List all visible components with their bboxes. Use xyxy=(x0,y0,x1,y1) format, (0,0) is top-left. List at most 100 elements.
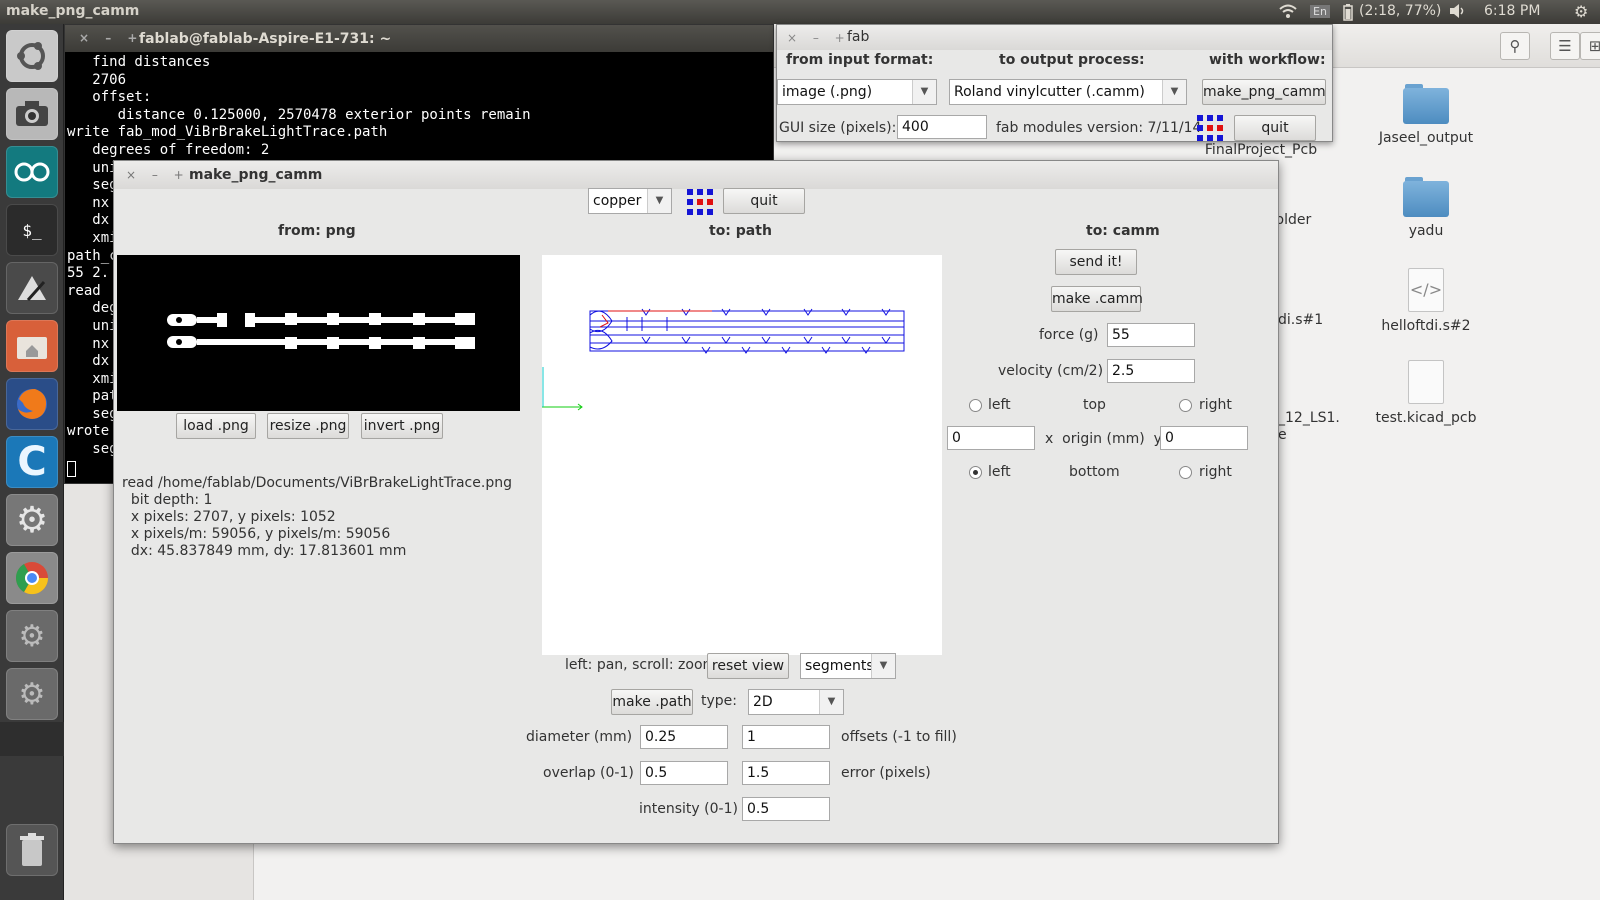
gear-icon[interactable]: ⚙ xyxy=(1574,2,1588,21)
from-png-label: from: png xyxy=(278,223,356,239)
origin-bottom-right-radio[interactable] xyxy=(1179,466,1192,479)
ubuntu-home-icon[interactable] xyxy=(6,30,58,82)
toolpath-view xyxy=(542,308,905,411)
diameter-input[interactable]: 0.25 xyxy=(640,725,728,749)
folder-item[interactable]: Jaseel_output xyxy=(1371,84,1481,146)
resize-png-button[interactable]: resize .png xyxy=(267,413,349,439)
type-select[interactable]: 2D ▼ xyxy=(748,689,844,715)
origin-left-label: left xyxy=(988,464,1011,480)
error-input[interactable]: 1.5 xyxy=(742,761,830,785)
chrome-icon[interactable] xyxy=(6,552,58,604)
window-controls[interactable]: × – + xyxy=(79,31,143,45)
input-format-select[interactable]: image (.png) ▼ xyxy=(777,79,937,105)
code-file-icon: </> xyxy=(1408,268,1444,312)
origin-right-label: right xyxy=(1199,397,1232,413)
send-it-button[interactable]: send it! xyxy=(1055,249,1137,275)
inkscape-icon[interactable] xyxy=(6,262,58,314)
wifi-icon[interactable] xyxy=(1278,3,1298,23)
window-controls[interactable]: × – + xyxy=(787,31,851,45)
search-icon[interactable]: ⚲ xyxy=(1500,32,1530,60)
keyboard-layout[interactable]: En xyxy=(1310,5,1330,18)
mode-value: copper xyxy=(593,193,642,209)
camera-icon[interactable] xyxy=(6,88,58,140)
output-process-label: to output process: xyxy=(999,52,1145,68)
file-item[interactable]: FinalProject_Pcb xyxy=(1186,142,1336,158)
intensity-input[interactable]: 0.5 xyxy=(742,797,830,821)
window-controls[interactable]: × – + xyxy=(126,168,190,182)
battery-status[interactable]: (2:18, 77%) xyxy=(1359,3,1441,19)
file-item[interactable]: e xyxy=(1278,427,1308,443)
software-updater-icon[interactable]: ⚙ xyxy=(6,668,58,720)
origin-y-input[interactable]: 0 xyxy=(1160,426,1248,450)
velocity-input[interactable]: 2.5 xyxy=(1107,359,1195,383)
gui-size-input[interactable]: 400 xyxy=(897,115,987,139)
workflow-button[interactable]: make_png_camm xyxy=(1202,79,1326,105)
image-info-line: bit depth: 1 xyxy=(122,492,213,508)
view-mode-select[interactable]: segments ▼ xyxy=(800,653,896,679)
origin-top-left-radio[interactable] xyxy=(969,399,982,412)
fab-window[interactable]: × – + fab from input format: to output p… xyxy=(776,24,1333,142)
origin-bottom-left-radio[interactable] xyxy=(969,466,982,479)
battery-icon[interactable] xyxy=(1342,3,1354,25)
main-titlebar[interactable]: × – + make_png_camm xyxy=(114,161,1278,189)
terminal-line: distance 0.125000, 2570478 exterior poin… xyxy=(67,106,531,123)
overlap-input[interactable]: 0.5 xyxy=(640,761,728,785)
png-preview[interactable] xyxy=(117,255,520,411)
file-label: _12_LS1. xyxy=(1278,410,1340,426)
fab-logo-icon xyxy=(1197,115,1223,141)
fab-quit-button[interactable]: quit xyxy=(1234,115,1316,141)
file-item[interactable]: </> helloftdi.s#2 xyxy=(1371,268,1481,334)
file-item[interactable]: test.kicad_pcb xyxy=(1371,360,1481,426)
files-icon[interactable] xyxy=(6,320,58,372)
output-process-select[interactable]: Roland vinylcutter (.camm) ▼ xyxy=(949,79,1187,105)
offsets-input[interactable]: 1 xyxy=(742,725,830,749)
force-label: force (g) xyxy=(1039,327,1099,343)
trash-icon[interactable] xyxy=(6,824,58,876)
diameter-label: diameter (mm) xyxy=(526,729,633,745)
velocity-label: velocity (cm/2) xyxy=(998,363,1104,379)
file-label: helloftdi.s#2 xyxy=(1381,318,1471,334)
file-label: yadu xyxy=(1408,223,1444,239)
arduino-icon[interactable] xyxy=(6,146,58,198)
folder-icon xyxy=(1403,84,1449,124)
origin-top-right-radio[interactable] xyxy=(1179,399,1192,412)
fab-logo-icon xyxy=(687,189,713,215)
invert-png-button[interactable]: invert .png xyxy=(361,413,443,439)
fab-titlebar[interactable]: × – + fab xyxy=(777,25,1332,50)
make-png-camm-window[interactable]: × – + make_png_camm copper ▼ quit from: … xyxy=(113,160,1279,844)
reset-view-button[interactable]: reset view xyxy=(707,653,789,679)
firefox-icon[interactable] xyxy=(6,378,58,430)
load-png-button[interactable]: load .png xyxy=(176,413,256,439)
mode-select[interactable]: copper ▼ xyxy=(588,188,672,214)
origin-left-label: left xyxy=(988,397,1011,413)
version-label: fab modules version: 7/11/14 xyxy=(996,120,1202,136)
terminal-icon[interactable]: $_ xyxy=(6,204,58,256)
force-input[interactable]: 55 xyxy=(1107,323,1195,347)
terminal-titlebar[interactable]: × – + fablab@fablab-Aspire-E1-731: ~ xyxy=(65,25,773,52)
file-item[interactable]: di.s#1 xyxy=(1278,312,1328,328)
pan-zoom-hint: left: pan, scroll: zoom xyxy=(565,657,717,673)
folder-icon xyxy=(1403,177,1449,217)
folder-item[interactable]: yadu xyxy=(1371,177,1481,239)
output-process-value: Roland vinylcutter (.camm) xyxy=(954,84,1145,100)
settings-icon[interactable]: ⚙ xyxy=(6,494,58,546)
main-quit-button[interactable]: quit xyxy=(723,188,805,214)
fab-title: fab xyxy=(847,29,870,45)
ccleaner-icon[interactable]: C xyxy=(6,436,58,488)
origin-x-input[interactable]: 0 xyxy=(947,426,1035,450)
grid-view-icon[interactable]: ⊞ xyxy=(1580,32,1600,60)
make-camm-button[interactable]: make .camm xyxy=(1051,286,1143,312)
path-preview[interactable] xyxy=(542,255,942,655)
image-info-line: dx: 45.837849 mm, dy: 17.813601 mm xyxy=(122,543,407,559)
file-item[interactable]: _12_LS1. xyxy=(1278,410,1358,426)
origin-right-label: right xyxy=(1199,464,1232,480)
to-camm-label: to: camm xyxy=(1086,223,1160,239)
clock[interactable]: 6:18 PM xyxy=(1484,3,1540,19)
make-path-button[interactable]: make .path xyxy=(611,689,693,715)
pcb-trace-image xyxy=(167,313,475,349)
chevron-down-icon: ▼ xyxy=(819,690,843,714)
input-format-label: from input format: xyxy=(786,52,934,68)
list-view-icon[interactable]: ☰ xyxy=(1550,32,1580,60)
system-settings-icon[interactable]: ⚙ xyxy=(6,610,58,662)
volume-icon[interactable] xyxy=(1448,3,1468,23)
